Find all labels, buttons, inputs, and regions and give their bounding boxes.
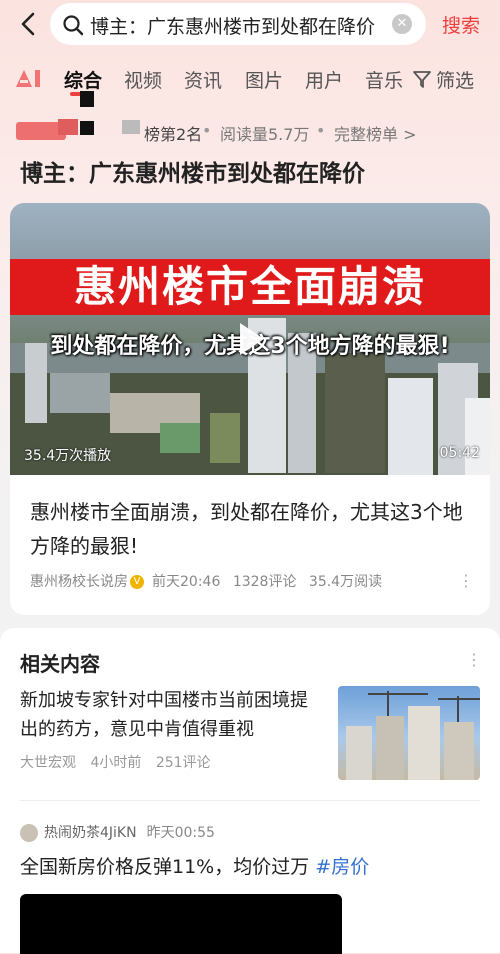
redaction-block xyxy=(122,120,140,134)
play-icon[interactable] xyxy=(240,323,264,355)
article-thumbnail[interactable] xyxy=(338,686,480,780)
article-comments: 251评论 xyxy=(155,755,211,771)
related-section: 相关内容 ⋮ 新加坡专家针对中国楼市当前困境提出的药方，意见中肯值得重视 大世宏… xyxy=(0,628,500,954)
author-name[interactable]: 惠州杨校长说房 xyxy=(30,574,128,590)
verified-icon: V xyxy=(130,575,144,589)
redaction-block xyxy=(80,91,94,107)
category-tabs: 综合 视频 资讯 图片 用户 音乐 筛选 xyxy=(0,60,500,96)
post-author-row[interactable]: 热闹奶茶4JiKN 昨天00:55 xyxy=(20,822,215,842)
search-header: 博主：广东惠州楼市到处都在降价 ✕ 搜索 xyxy=(0,0,500,52)
video-title[interactable]: 惠州楼市全面崩溃，到处都在降价，尤其这3个地方降的最狠! xyxy=(30,495,470,563)
comment-count: 1328评论 xyxy=(232,574,297,590)
post-time: 昨天00:55 xyxy=(146,825,215,841)
rank-position: 榜第2名 xyxy=(144,125,203,144)
search-icon xyxy=(63,15,84,36)
ai-logo-icon[interactable] xyxy=(14,67,46,89)
play-count: 35.4万次播放 xyxy=(24,448,112,464)
related-article-meta: 大世宏观 4小时前 251评论 xyxy=(20,752,221,772)
related-article-title[interactable]: 新加坡专家针对中国楼市当前困境提出的药方，意见中肯值得重视 xyxy=(20,686,320,744)
article-source[interactable]: 大世宏观 xyxy=(20,755,76,771)
read-count: 35.4万阅读 xyxy=(308,574,383,590)
post-author[interactable]: 热闹奶茶4JiKN xyxy=(44,825,137,841)
filter-icon[interactable] xyxy=(412,69,432,89)
tab-images[interactable]: 图片 xyxy=(245,66,283,93)
hashtag-link[interactable]: #房价 xyxy=(315,856,369,878)
tab-all[interactable]: 综合 xyxy=(64,66,102,93)
separator-dot: • xyxy=(202,121,212,140)
hot-rank-row[interactable]: 榜第2名 • 阅读量5.7万 • 完整榜单 > xyxy=(16,91,486,145)
more-options-icon[interactable]: ⋮ xyxy=(458,571,474,590)
tab-video[interactable]: 视频 xyxy=(124,66,162,93)
video-player[interactable]: 惠州楼市全面崩溃 到处都在降价，尤其这3个地方降的最狠! 35.4万次播放 05… xyxy=(10,203,490,475)
page-title[interactable]: 博主：广东惠州楼市到处都在降价 xyxy=(20,154,365,188)
clear-icon[interactable]: ✕ xyxy=(392,14,412,34)
video-result-card[interactable]: 惠州楼市全面崩溃 到处都在降价，尤其这3个地方降的最狠! 35.4万次播放 05… xyxy=(10,203,490,615)
separator-dot: • xyxy=(316,121,326,140)
video-meta: 惠州杨校长说房 V 前天20:46 1328评论 35.4万阅读 xyxy=(30,571,390,591)
avatar[interactable] xyxy=(20,824,38,842)
more-options-icon[interactable]: ⋮ xyxy=(466,650,482,669)
related-heading: 相关内容 xyxy=(20,652,100,676)
article-time: 4小时前 xyxy=(90,755,142,771)
post-body: 全国新房价格反弹11%，均价过万 xyxy=(20,856,316,878)
tab-music[interactable]: 音乐 xyxy=(365,66,403,93)
redaction-block xyxy=(80,121,94,135)
divider xyxy=(20,800,480,801)
post-media[interactable] xyxy=(20,894,342,954)
search-button[interactable]: 搜索 xyxy=(442,11,480,38)
video-overlay-title: 惠州楼市全面崩溃 xyxy=(10,259,490,315)
tab-users[interactable]: 用户 xyxy=(305,66,343,93)
post-time: 前天20:46 xyxy=(152,574,221,590)
building-construction-image xyxy=(346,691,480,780)
video-duration: 05:42 xyxy=(439,445,480,461)
search-input[interactable]: 博主：广东惠州楼市到处都在降价 ✕ xyxy=(50,3,426,45)
full-rank-link[interactable]: 完整榜单 > xyxy=(334,121,417,145)
tab-news[interactable]: 资讯 xyxy=(184,66,222,93)
post-text[interactable]: 全国新房价格反弹11%，均价过万 #房价 xyxy=(20,852,369,879)
redaction-block xyxy=(58,119,78,135)
rank-reads: 阅读量5.7万 xyxy=(220,125,310,144)
back-arrow-icon[interactable] xyxy=(16,10,44,38)
search-query-text[interactable]: 博主：广东惠州楼市到处都在降价 xyxy=(90,12,375,39)
tab-filter[interactable]: 筛选 xyxy=(436,66,474,93)
